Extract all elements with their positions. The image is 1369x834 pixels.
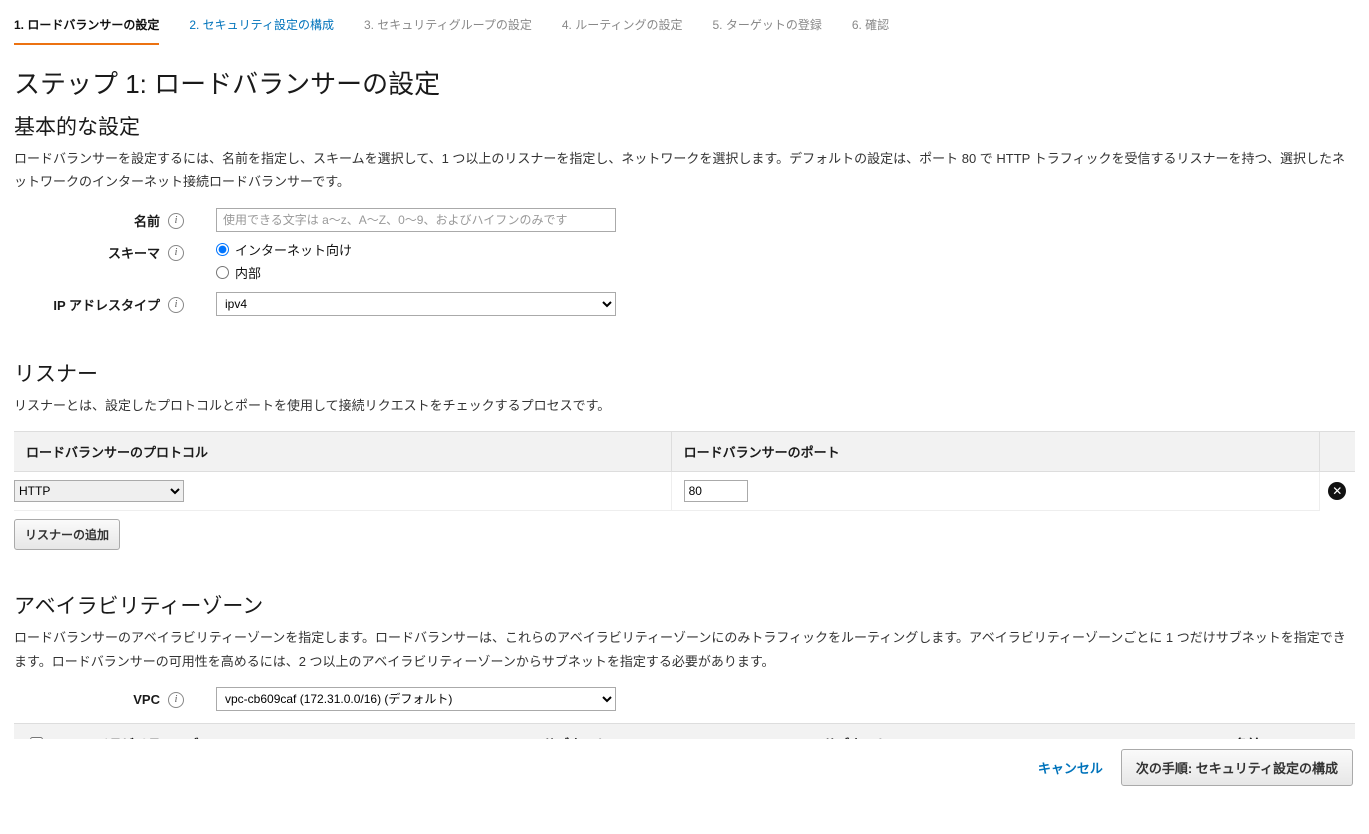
label-name: 名前 [134, 211, 160, 230]
wizard-step-6[interactable]: 6. 確認 [852, 10, 889, 45]
info-icon[interactable]: i [168, 245, 184, 261]
listener-table: ロードバランサーのプロトコル ロードバランサーのポート HTTP ✕ [14, 431, 1355, 511]
vpc-select[interactable]: vpc-cb609caf (172.31.0.0/16) (デフォルト) [216, 687, 616, 711]
info-icon[interactable]: i [168, 297, 184, 313]
next-step-button[interactable]: 次の手順: セキュリティ設定の構成 [1121, 749, 1353, 786]
listener-protocol-select[interactable]: HTTP [14, 480, 184, 502]
section-basic-desc: ロードバランサーを設定するには、名前を指定し、スキームを選択して、1 つ以上のリ… [14, 147, 1355, 194]
section-az-desc: ロードバランサーのアベイラビリティーゾーンを指定します。ロードバランサーは、これ… [14, 626, 1355, 673]
section-listener-desc: リスナーとは、設定したプロトコルとポートを使用して接続リクエストをチェックするプ… [14, 394, 1355, 417]
info-icon[interactable]: i [168, 213, 184, 229]
col-actions [1319, 432, 1355, 472]
label-ip-type: IP アドレスタイプ [53, 295, 160, 314]
scheme-internet-label: インターネット向け [235, 240, 352, 259]
label-vpc: VPC [133, 692, 160, 707]
section-basic-title: 基本的な設定 [14, 111, 1355, 141]
add-listener-button[interactable]: リスナーの追加 [14, 519, 120, 550]
section-listener-title: リスナー [14, 358, 1355, 388]
listener-row: HTTP ✕ [14, 472, 1355, 511]
listener-port-input[interactable] [684, 480, 748, 502]
wizard-step-3[interactable]: 3. セキュリティグループの設定 [364, 10, 532, 45]
info-icon[interactable]: i [168, 692, 184, 708]
name-input[interactable] [216, 208, 616, 232]
wizard-step-2[interactable]: 2. セキュリティ設定の構成 [189, 10, 334, 45]
scheme-internal-radio[interactable] [216, 266, 229, 279]
wizard-step-5[interactable]: 5. ターゲットの登録 [713, 10, 822, 45]
col-port: ロードバランサーのポート [671, 432, 1319, 472]
ip-type-select[interactable]: ipv4 [216, 292, 616, 316]
page-title: ステップ 1: ロードバランサーの設定 [14, 64, 1355, 101]
remove-listener-icon[interactable]: ✕ [1328, 482, 1346, 500]
label-scheme: スキーマ [108, 243, 160, 262]
wizard-step-1[interactable]: 1. ロードバランサーの設定 [14, 10, 159, 45]
col-protocol: ロードバランサーのプロトコル [14, 432, 671, 472]
section-az-title: アベイラビリティーゾーン [14, 590, 1355, 620]
footer: キャンセル 次の手順: セキュリティ設定の構成 [0, 739, 1369, 796]
wizard-step-4[interactable]: 4. ルーティングの設定 [562, 10, 683, 45]
cancel-link[interactable]: キャンセル [1038, 758, 1103, 777]
scheme-internet-radio[interactable] [216, 243, 229, 256]
scheme-internal-label: 内部 [235, 263, 261, 282]
wizard-steps: 1. ロードバランサーの設定 2. セキュリティ設定の構成 3. セキュリティグ… [14, 10, 1355, 46]
